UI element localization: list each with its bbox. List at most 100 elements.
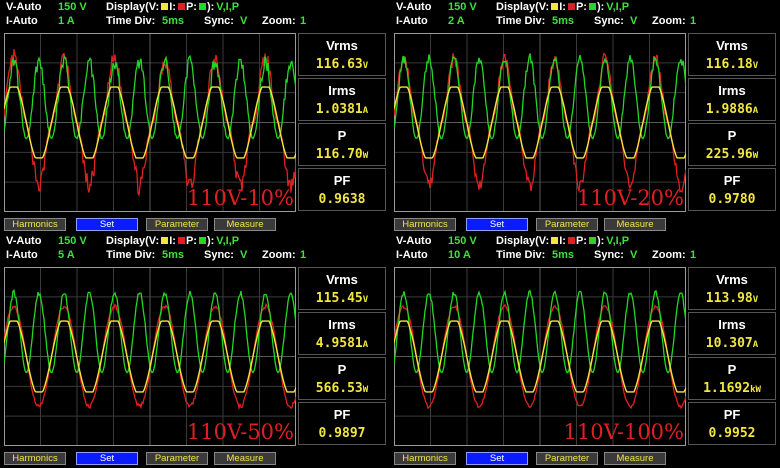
measurement-power-factor[interactable]: PF 0.9952 <box>688 402 776 445</box>
sync-label: Sync: <box>204 249 234 261</box>
voltage-channel-label: V: <box>148 1 160 13</box>
time-div-value[interactable]: 5ms <box>552 14 574 28</box>
current-color-swatch <box>177 3 185 11</box>
measurement-vrms[interactable]: Vrms 116.18V <box>688 33 776 76</box>
i-range-value[interactable]: 1 A <box>58 14 75 28</box>
time-div-value[interactable]: 5ms <box>162 14 184 28</box>
softkey-parameter[interactable]: Parameter <box>536 218 598 231</box>
softkey-set[interactable]: Set <box>466 452 528 465</box>
panel-header: V-Auto 150 V Display(V: I: P:): V,I,P I-Auto 5 … <box>0 234 388 266</box>
voltage-color-swatch <box>551 3 559 11</box>
softkey-set[interactable]: Set <box>466 218 528 231</box>
power-label: P <box>337 128 347 143</box>
display-selector[interactable]: Display(V: I: P:): V,I,P <box>106 234 239 248</box>
zoom-label: Zoom: <box>262 249 296 261</box>
v-range-value[interactable]: 150 V <box>58 0 87 14</box>
v-range-value[interactable]: 150 V <box>58 234 87 248</box>
time-div-label: Time Div: <box>496 249 546 261</box>
time-div-value[interactable]: 5ms <box>552 248 574 262</box>
i-auto-label[interactable]: I-Auto <box>396 248 428 262</box>
display-selector[interactable]: Display(V: I: P:): V,I,P <box>496 234 629 248</box>
power-number: 566.53 <box>315 381 363 396</box>
measurement-irms[interactable]: Irms 4.9581A <box>298 312 386 355</box>
softkey-harmonics[interactable]: Harmonics <box>4 218 66 231</box>
i-auto-label[interactable]: I-Auto <box>396 14 428 28</box>
measurement-power[interactable]: P 225.96W <box>688 123 776 166</box>
irms-number: 1.0381 <box>315 102 363 117</box>
display-selector[interactable]: Display(V: I: P:): V,I,P <box>106 0 239 14</box>
voltage-color-swatch <box>551 237 559 245</box>
sync-value[interactable]: V <box>240 248 247 262</box>
power-value: 225.96W <box>689 147 775 162</box>
softkey-set[interactable]: Set <box>76 452 138 465</box>
softkey-harmonics[interactable]: Harmonics <box>4 452 66 465</box>
power-color-swatch <box>588 237 596 245</box>
measurement-irms[interactable]: Irms 1.9886A <box>688 78 776 121</box>
zoom-value[interactable]: 1 <box>690 14 696 28</box>
power-label: P <box>337 362 347 377</box>
softkey-measure[interactable]: Measure <box>214 218 276 231</box>
irms-unit: A <box>752 106 759 116</box>
measurement-power[interactable]: P 116.70W <box>298 123 386 166</box>
i-range-value[interactable]: 5 A <box>58 248 75 262</box>
power-factor-label: PF <box>333 173 351 188</box>
zoom-value[interactable]: 1 <box>690 248 696 262</box>
measurement-irms[interactable]: Irms 1.0381A <box>298 78 386 121</box>
irms-label: Irms <box>718 83 746 98</box>
i-auto-label[interactable]: I-Auto <box>6 248 38 262</box>
vrms-unit: V <box>752 295 759 305</box>
softkey-measure[interactable]: Measure <box>604 218 666 231</box>
softkey-parameter[interactable]: Parameter <box>536 452 598 465</box>
v-range-value[interactable]: 150 V <box>448 234 477 248</box>
measurement-power-factor[interactable]: PF 0.9638 <box>298 168 386 211</box>
measurement-power-factor[interactable]: PF 0.9897 <box>298 402 386 445</box>
sync-value[interactable]: V <box>630 14 637 28</box>
display-suffix: ): <box>596 235 605 247</box>
i-range-value[interactable]: 2 A <box>448 14 465 28</box>
v-auto-label[interactable]: V-Auto <box>6 234 41 248</box>
power-color-swatch <box>198 237 206 245</box>
power-channel-label: P: <box>185 235 197 247</box>
sync-value[interactable]: V <box>240 14 247 28</box>
zoom-value[interactable]: 1 <box>300 248 306 262</box>
display-selector[interactable]: Display(V: I: P:): V,I,P <box>496 0 629 14</box>
measurement-irms[interactable]: Irms 10.307A <box>688 312 776 355</box>
v-auto-label[interactable]: V-Auto <box>396 0 431 14</box>
measurement-vrms[interactable]: Vrms 113.98V <box>688 267 776 310</box>
zoom-value[interactable]: 1 <box>300 14 306 28</box>
v-auto-label[interactable]: V-Auto <box>396 234 431 248</box>
irms-value: 1.9886A <box>689 102 775 117</box>
softkey-harmonics[interactable]: Harmonics <box>394 452 456 465</box>
power-channel-label: P: <box>185 1 197 13</box>
power-factor-number: 0.9780 <box>708 192 756 207</box>
voltage-channel-label: V: <box>148 235 160 247</box>
measurement-power[interactable]: P 1.1692kW <box>688 357 776 400</box>
power-factor-value: 0.9897 <box>299 426 385 441</box>
v-range-value[interactable]: 150 V <box>448 0 477 14</box>
irms-unit: A <box>752 340 759 350</box>
power-factor-number: 0.9897 <box>318 426 366 441</box>
softkey-parameter[interactable]: Parameter <box>146 452 208 465</box>
power-color-swatch <box>588 3 596 11</box>
current-channel-label: I: <box>559 1 566 13</box>
softkey-harmonics[interactable]: Harmonics <box>394 218 456 231</box>
softkey-parameter[interactable]: Parameter <box>146 218 208 231</box>
time-div-value[interactable]: 5ms <box>162 248 184 262</box>
i-range-value[interactable]: 10 A <box>448 248 471 262</box>
measurement-vrms[interactable]: Vrms 115.45V <box>298 267 386 310</box>
power-unit: W <box>752 151 759 161</box>
vrms-number: 116.18 <box>705 57 753 72</box>
v-auto-label[interactable]: V-Auto <box>6 0 41 14</box>
softkey-measure[interactable]: Measure <box>604 452 666 465</box>
power-number: 225.96 <box>705 147 753 162</box>
sync-value[interactable]: V <box>630 248 637 262</box>
softkey-bar: Harmonics Set Parameter Measure <box>0 452 388 466</box>
measurement-vrms[interactable]: Vrms 116.63V <box>298 33 386 76</box>
sync-label: Sync: <box>204 15 234 27</box>
softkey-measure[interactable]: Measure <box>214 452 276 465</box>
vrms-label: Vrms <box>326 272 358 287</box>
measurement-power-factor[interactable]: PF 0.9780 <box>688 168 776 211</box>
measurement-power[interactable]: P 566.53W <box>298 357 386 400</box>
softkey-set[interactable]: Set <box>76 218 138 231</box>
i-auto-label[interactable]: I-Auto <box>6 14 38 28</box>
